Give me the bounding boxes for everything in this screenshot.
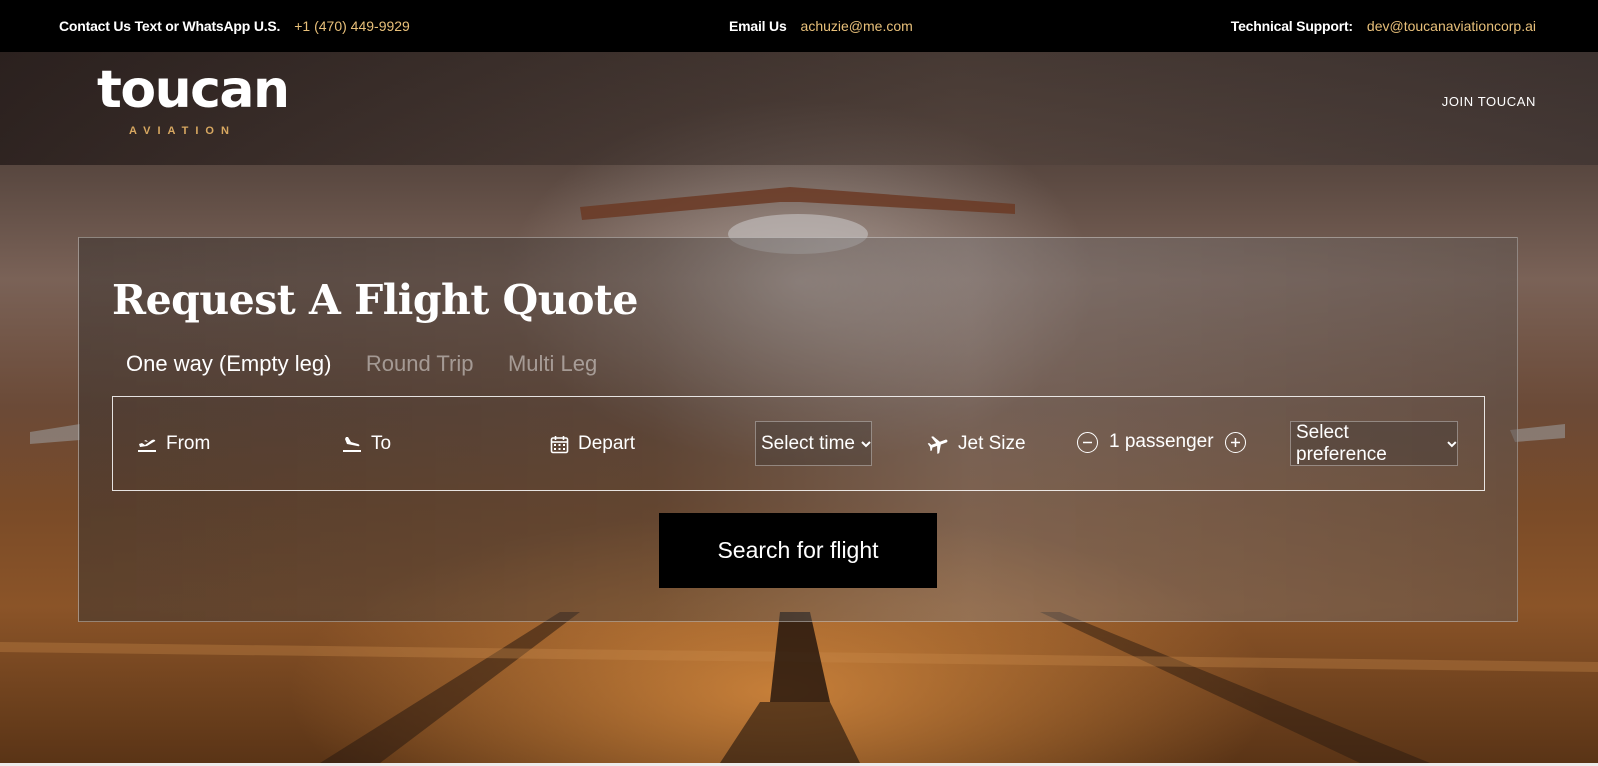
email-group: Email Us achuzie@me.com	[729, 18, 913, 34]
chevron-down-icon	[861, 440, 871, 447]
jet-size-field[interactable]: Jet Size	[927, 431, 1026, 457]
email-label: Email Us	[729, 18, 787, 34]
search-flight-button[interactable]: Search for flight	[659, 513, 937, 588]
quote-title: Request A Flight Quote	[112, 276, 638, 324]
site-header: toucan AVIATION JOIN TOUCAN	[0, 52, 1598, 165]
preference-select[interactable]: Select preference	[1290, 421, 1458, 466]
flight-quote-card: Request A Flight Quote One way (Empty le…	[78, 237, 1518, 622]
chevron-down-icon	[1447, 440, 1457, 447]
depart-field[interactable]: Depart	[550, 431, 635, 457]
trip-type-tabs: One way (Empty leg) Round Trip Multi Leg	[126, 351, 627, 377]
plus-circle-icon[interactable]	[1224, 431, 1246, 453]
search-form: From To Depart Select time Jet Size 1 pa…	[112, 396, 1485, 491]
contact-group: Contact Us Text or WhatsApp U.S. +1 (470)…	[59, 18, 410, 34]
time-select[interactable]: Select time	[755, 421, 872, 466]
from-label: From	[166, 433, 211, 454]
toucan-logo[interactable]: toucan AVIATION	[97, 60, 290, 138]
tab-multi-leg[interactable]: Multi Leg	[508, 351, 597, 377]
calendar-icon	[550, 435, 569, 453]
support-group: Technical Support: dev@toucanaviationcorp…	[1231, 18, 1536, 34]
logo-subtitle: AVIATION	[129, 125, 236, 137]
support-label: Technical Support:	[1230, 18, 1353, 34]
email-link[interactable]: achuzie@me.com	[801, 18, 913, 34]
takeoff-icon	[138, 439, 156, 452]
logo-wordmark: toucan	[97, 60, 290, 120]
preference-select-value: Select preference	[1296, 421, 1387, 465]
to-label: To	[371, 433, 392, 454]
support-email-link[interactable]: dev@toucanaviationcorp.ai	[1367, 18, 1536, 34]
contact-phone-link[interactable]: +1 (470) 449-9929	[294, 18, 410, 34]
time-select-value: Select time	[761, 432, 855, 454]
contact-label: Contact Us Text or WhatsApp U.S.	[59, 18, 281, 34]
tab-one-way[interactable]: One way (Empty leg)	[126, 351, 331, 377]
tab-round-trip[interactable]: Round Trip	[366, 351, 474, 377]
join-toucan-link[interactable]: JOIN TOUCAN	[1442, 94, 1536, 109]
from-field[interactable]: From	[137, 431, 210, 457]
hero-background: toucan AVIATION JOIN TOUCAN Request A Fl…	[0, 52, 1598, 763]
passenger-stepper: 1 passenger	[1077, 431, 1246, 453]
plane-icon	[927, 436, 948, 454]
top-contact-bar: Contact Us Text or WhatsApp U.S. +1 (470)…	[0, 0, 1598, 52]
passenger-count: 1 passenger	[1109, 431, 1214, 452]
depart-label: Depart	[578, 433, 636, 454]
jet-size-label: Jet Size	[958, 433, 1026, 454]
minus-circle-icon[interactable]	[1077, 431, 1098, 453]
to-field[interactable]: To	[342, 431, 391, 457]
landing-icon	[343, 437, 361, 452]
